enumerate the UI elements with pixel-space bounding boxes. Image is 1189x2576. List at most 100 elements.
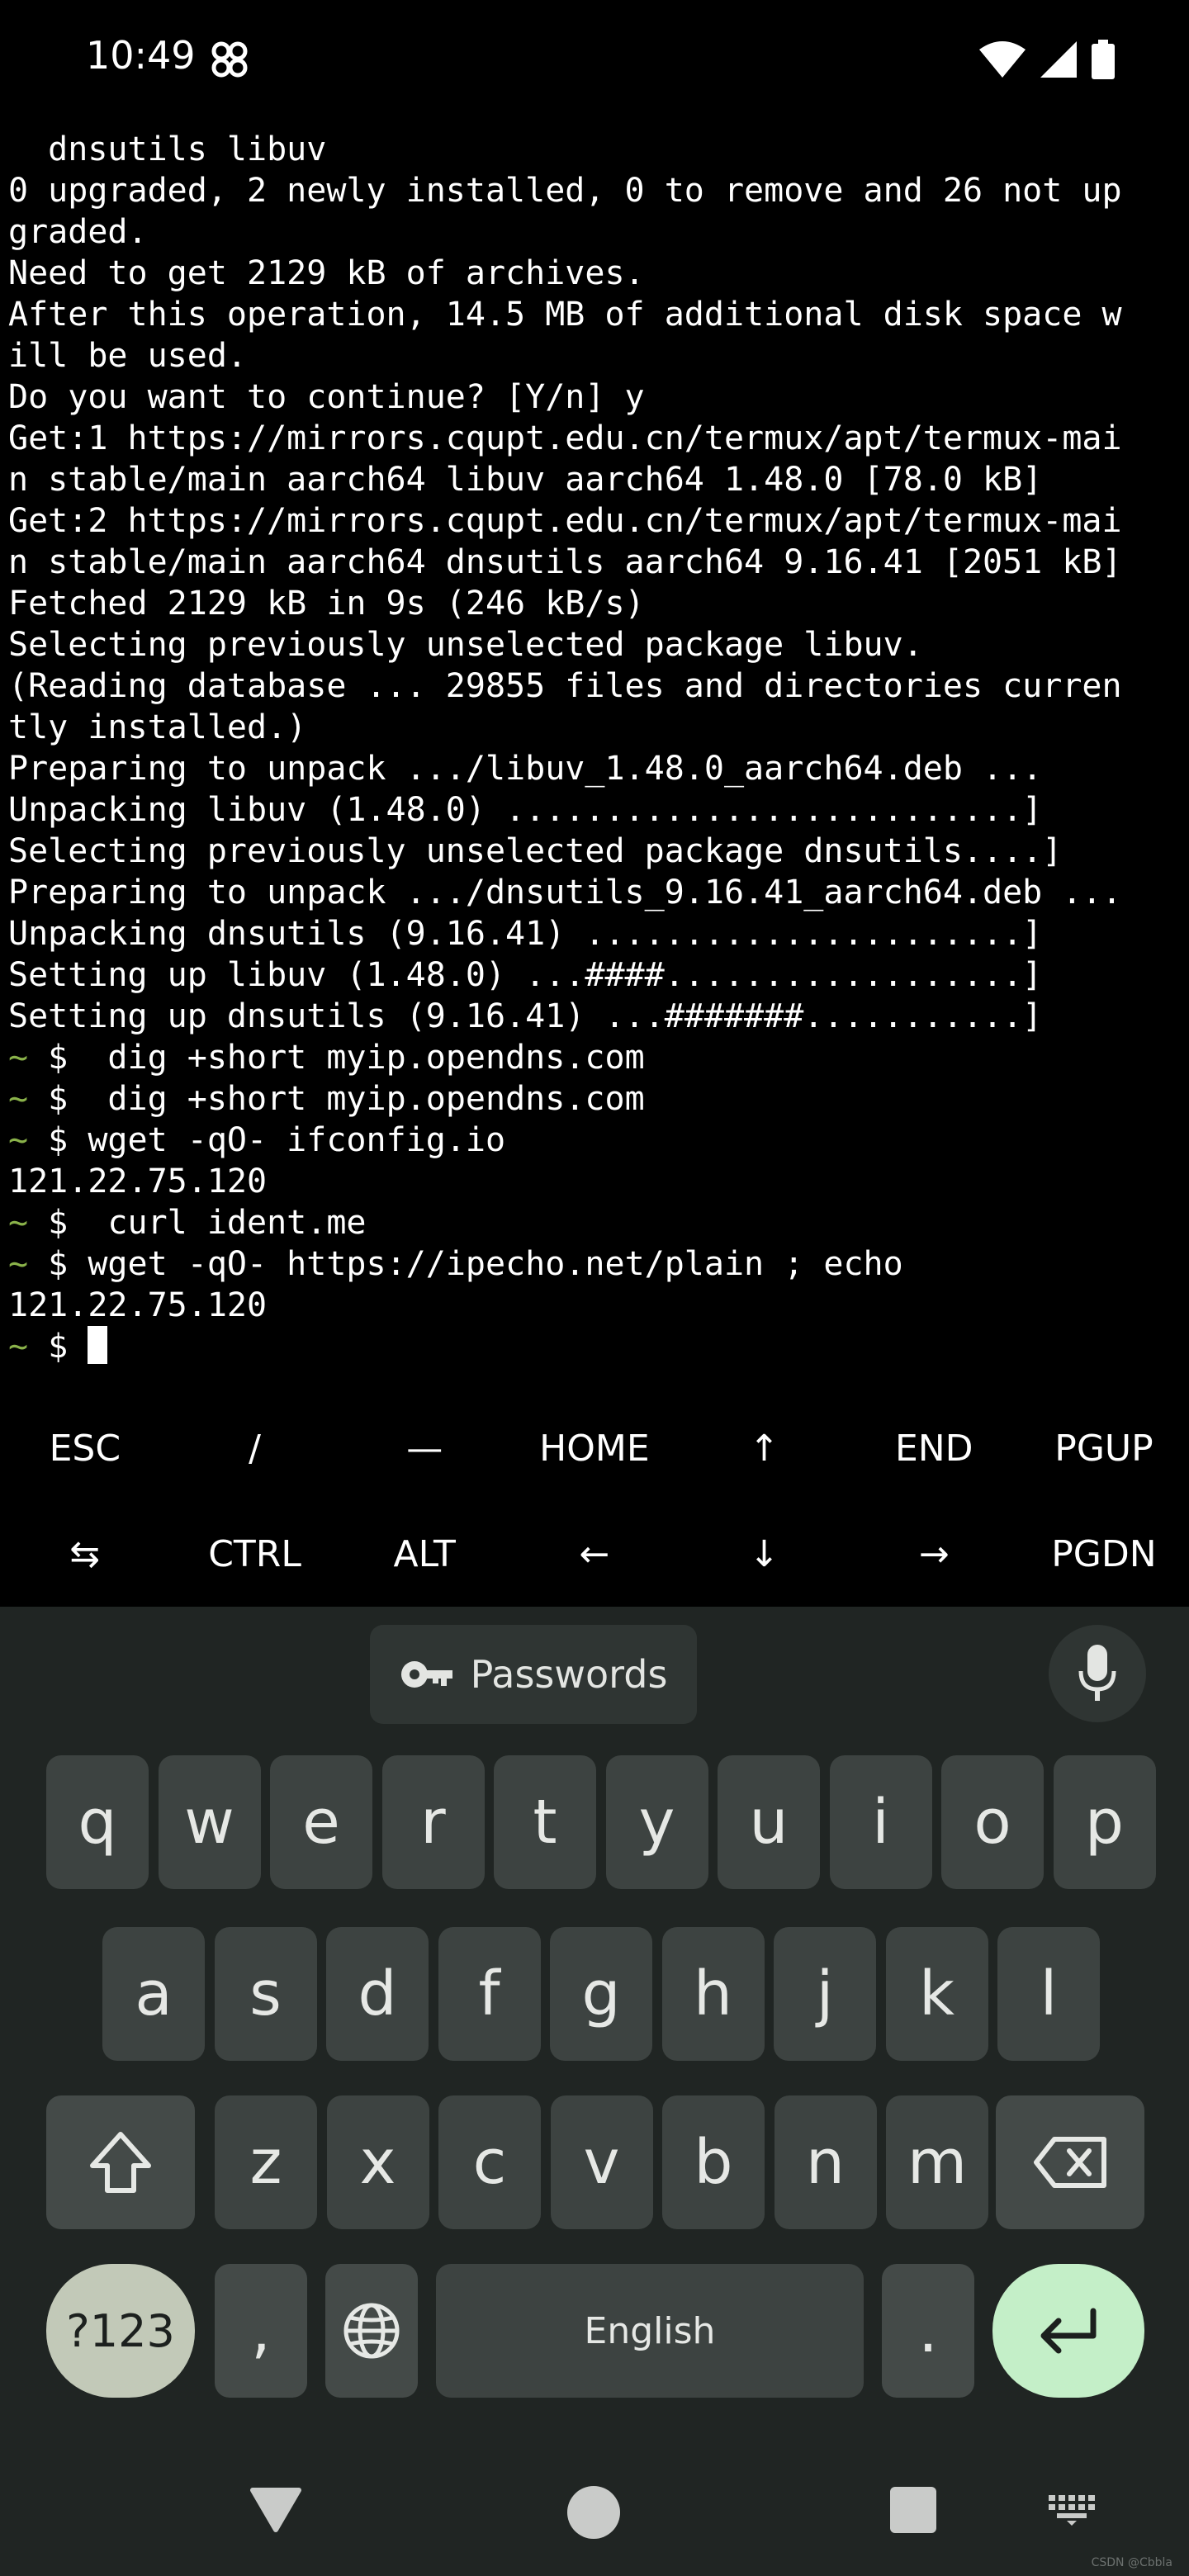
key-l[interactable]: l	[997, 1927, 1100, 2061]
extra-key-row1-5[interactable]: END	[849, 1395, 1019, 1501]
prompt-tilde: ~	[8, 1328, 29, 1366]
terminal-line: Get:1 https://mirrors.cqupt.edu.cn/termu…	[8, 419, 1122, 457]
key-s[interactable]: s	[214, 1927, 317, 2061]
terminal-line: Selecting previously unselected package …	[8, 626, 923, 664]
terminal-line: graded.	[8, 213, 148, 251]
terminal-line: Preparing to unpack .../dnsutils_9.16.41…	[8, 874, 1122, 912]
terminal-cursor	[88, 1326, 108, 1364]
backspace-icon	[1034, 2137, 1106, 2188]
key-a[interactable]: a	[102, 1927, 205, 2061]
prompt-symbol: $	[28, 1039, 69, 1077]
terminal-line: Selecting previously unselected package …	[8, 832, 1063, 870]
symbols-key[interactable]: ?123	[46, 2264, 195, 2398]
enter-icon	[1040, 2308, 1097, 2354]
key-h[interactable]: h	[661, 1927, 765, 2061]
language-key[interactable]	[325, 2264, 418, 2398]
wifi-icon	[979, 41, 1026, 78]
keyboard-switch-icon[interactable]	[1049, 2495, 1095, 2526]
key-t[interactable]: t	[494, 1755, 596, 1889]
terminal-prompt-line: ~ $ wget -qO- https://ipecho.net/plain ;…	[8, 1243, 1181, 1285]
terminal-line: n stable/main aarch64 dnsutils aarch64 9…	[8, 543, 1122, 581]
extra-keys-bar: ESC / — HOME ↑ END PGUP ⇆ CTRL ALT ← ↓ → PGDN	[0, 1395, 1189, 1607]
key-q[interactable]: q	[46, 1755, 149, 1889]
key-z[interactable]: z	[215, 2095, 317, 2229]
extra-keys-row-1: ESC / — HOME ↑ END PGUP	[0, 1395, 1189, 1501]
extra-key-row2-5[interactable]: →	[849, 1501, 1019, 1607]
terminal-output-line: 121.22.75.120	[8, 1286, 268, 1324]
back-triangle-icon[interactable]	[249, 2487, 302, 2533]
key-d[interactable]: d	[326, 1927, 429, 2061]
recents-square-icon[interactable]	[890, 2487, 936, 2533]
key-c[interactable]: c	[438, 2095, 541, 2229]
extra-key-row2-0[interactable]: ⇆	[0, 1501, 170, 1607]
terminal-prompt-line: ~ $	[8, 1326, 1181, 1367]
terminal-line: Setting up dnsutils (9.16.41) ...#######…	[8, 997, 1043, 1035]
key-o[interactable]: o	[941, 1755, 1044, 1889]
terminal-output[interactable]: dnsutils libuv 0 upgraded, 2 newly instal…	[8, 129, 1181, 1367]
key-y[interactable]: y	[605, 1755, 708, 1889]
key-w[interactable]: w	[158, 1755, 261, 1889]
extra-key-row1-0[interactable]: ESC	[0, 1395, 170, 1501]
prompt-symbol: $	[28, 1328, 69, 1366]
key-n[interactable]: n	[774, 2095, 877, 2229]
terminal-line: ill be used.	[8, 337, 247, 375]
key-f[interactable]: f	[438, 1927, 541, 2061]
extra-key-row1-6[interactable]: PGUP	[1019, 1395, 1189, 1501]
extra-key-row1-2[interactable]: —	[339, 1395, 509, 1501]
terminal-line: Unpacking dnsutils (9.16.41) ...........…	[8, 915, 1043, 953]
key-k[interactable]: k	[885, 1927, 988, 2061]
key-g[interactable]: g	[550, 1927, 652, 2061]
key-x[interactable]: x	[326, 2095, 429, 2229]
shift-key[interactable]	[46, 2095, 195, 2229]
key-i[interactable]: i	[829, 1755, 932, 1889]
pinwheel-icon	[211, 41, 248, 78]
status-time: 10:49	[86, 33, 196, 78]
extra-key-row2-6[interactable]: PGDN	[1019, 1501, 1189, 1607]
period-key[interactable]: .	[882, 2264, 974, 2398]
key-icon	[400, 1661, 452, 1688]
terminal-line: Unpacking libuv (1.48.0) ...............…	[8, 791, 1043, 829]
terminal-line: Setting up libuv (1.48.0) ...####.......…	[8, 956, 1043, 994]
terminal-line: Need to get 2129 kB of archives.	[8, 254, 645, 292]
prompt-tilde: ~	[8, 1245, 29, 1283]
extra-key-row2-1[interactable]: CTRL	[170, 1501, 340, 1607]
extra-keys-row-2: ⇆ CTRL ALT ← ↓ → PGDN	[0, 1501, 1189, 1607]
terminal-line: Do you want to continue? [Y/n] y	[8, 378, 645, 416]
prompt-tilde: ~	[8, 1121, 29, 1159]
key-u[interactable]: u	[718, 1755, 820, 1889]
extra-key-row2-2[interactable]: ALT	[339, 1501, 509, 1607]
prompt-tilde: ~	[8, 1080, 29, 1118]
extra-key-row1-3[interactable]: HOME	[509, 1395, 680, 1501]
enter-key[interactable]	[992, 2264, 1144, 2398]
microphone-icon	[1078, 1645, 1116, 1701]
extra-key-row2-3[interactable]: ←	[509, 1501, 680, 1607]
terminal-prompt-line: ~ $ dig +short myip.opendns.com	[8, 1078, 1181, 1120]
terminal-line: After this operation, 14.5 MB of additio…	[8, 296, 1122, 334]
home-circle-icon[interactable]	[566, 2485, 621, 2540]
key-b[interactable]: b	[662, 2095, 765, 2229]
backspace-key[interactable]	[996, 2095, 1144, 2229]
key-p[interactable]: p	[1053, 1755, 1156, 1889]
prompt-symbol: $	[28, 1121, 69, 1159]
key-r[interactable]: r	[381, 1755, 485, 1889]
microphone-button[interactable]	[1049, 1625, 1146, 1722]
terminal-line: Preparing to unpack .../libuv_1.48.0_aar…	[8, 750, 1043, 788]
comma-key[interactable]: ,	[215, 2264, 307, 2398]
terminal-prompt-line: ~ $ curl ident.me	[8, 1202, 1181, 1243]
terminal-command: wget -qO- ifconfig.io	[68, 1121, 506, 1159]
extra-key-row2-4[interactable]: ↓	[680, 1501, 850, 1607]
extra-key-row1-1[interactable]: /	[170, 1395, 340, 1501]
passwords-label: Passwords	[470, 1652, 668, 1697]
key-m[interactable]: m	[886, 2095, 988, 2229]
space-bar[interactable]: English	[436, 2264, 864, 2398]
key-j[interactable]: j	[774, 1927, 876, 2061]
watermark: CSDN @Cbbla	[1091, 2556, 1172, 2569]
terminal-line: Get:2 https://mirrors.cqupt.edu.cn/termu…	[8, 502, 1122, 540]
key-e[interactable]: e	[270, 1755, 372, 1889]
key-v[interactable]: v	[550, 2095, 653, 2229]
terminal-line: dnsutils libuv	[8, 130, 327, 168]
terminal-line: tly installed.)	[8, 708, 307, 746]
passwords-suggestion[interactable]: Passwords	[370, 1625, 697, 1724]
extra-key-row1-4[interactable]: ↑	[680, 1395, 850, 1501]
navigation-bar: CSDN @Cbbla	[0, 2436, 1189, 2576]
